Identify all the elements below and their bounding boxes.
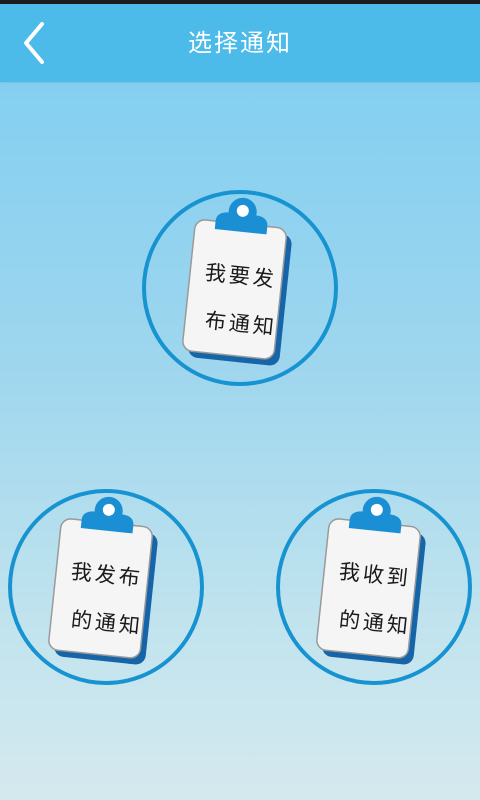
publish-notice-button[interactable]: 我要发 布通知: [142, 190, 338, 386]
my-received-notices-button[interactable]: 我收到 的通知: [276, 489, 472, 685]
my-published-notices-button[interactable]: 我发布 的通知: [8, 489, 204, 685]
title-bar: 选择通知: [0, 4, 480, 82]
page-title: 选择通知: [188, 29, 292, 57]
